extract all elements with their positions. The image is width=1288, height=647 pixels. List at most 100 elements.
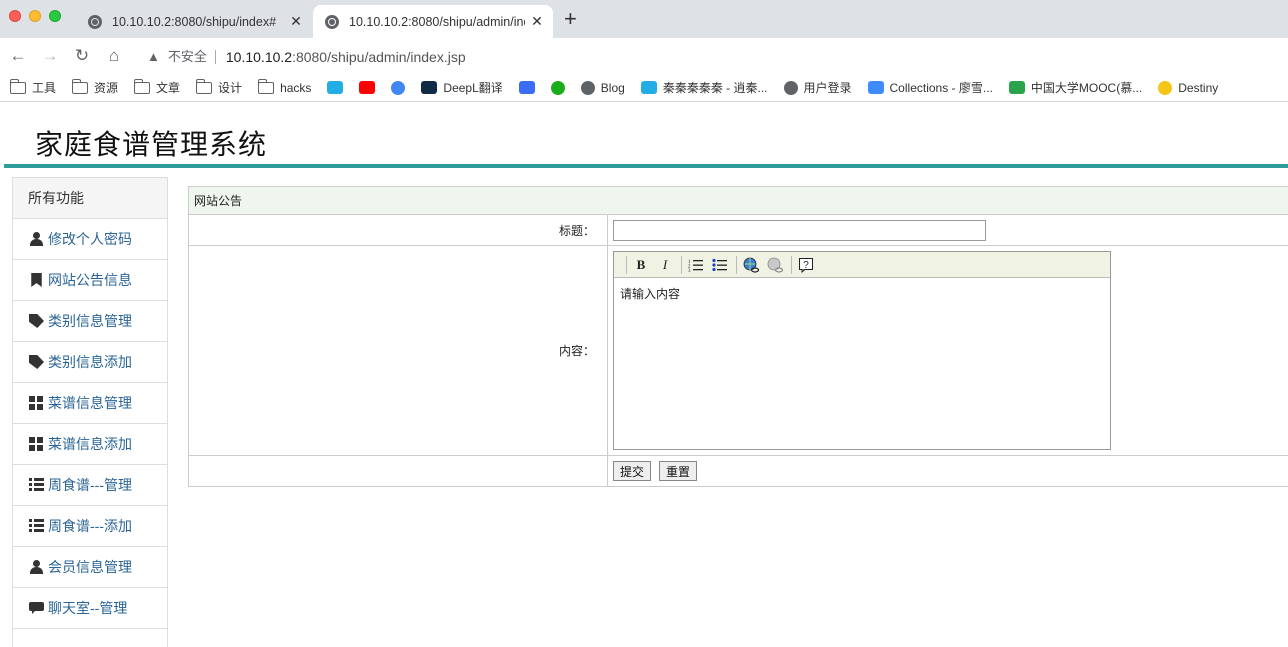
bookmark-label: 资源	[94, 81, 119, 95]
toolbar-separator	[626, 255, 627, 274]
bookmark-label: 秦秦秦秦秦 - 逍秦...	[662, 81, 768, 95]
header-divider	[4, 164, 1288, 168]
sidebar-item[interactable]: 周食谱---管理	[13, 465, 167, 506]
browser-tab-admin[interactable]: 10.10.10.2:8080/shipu/admin/index.jsp ✕	[313, 5, 553, 38]
address-bar[interactable]: ▲ 不安全 10.10.10.2 :8080/shipu/admin/index…	[137, 42, 1288, 71]
announcement-form: 网站公告 标题： 内容： B I 123 ? 请输入内容 提交 重置	[188, 186, 1288, 487]
sidebar-header: 所有功能	[13, 178, 167, 219]
minimize-window-button[interactable]	[29, 10, 41, 22]
bilibili-icon	[640, 81, 657, 94]
sidebar-item[interactable]: 类别信息管理	[13, 301, 167, 342]
deepl-icon	[421, 81, 438, 94]
sidebar-item[interactable]: 类别信息添加	[13, 342, 167, 383]
sidebar-item[interactable]: 网站公告信息	[13, 260, 167, 301]
folder-icon	[133, 78, 151, 94]
folder-icon	[71, 78, 89, 94]
toolbar-separator	[791, 255, 792, 274]
forward-arrow-icon[interactable]: →	[38, 44, 62, 68]
bookmark-item[interactable]: Collections - 廖雪...	[867, 79, 993, 96]
bookmark-label: Collections - 廖雪...	[889, 81, 993, 95]
content-row: 内容： B I 123 ? 请输入内容	[189, 246, 1288, 456]
browser-tab-bar: 10.10.10.2:8080/shipu/index# ✕ 10.10.10.…	[0, 0, 1288, 38]
title-label: 标题：	[189, 215, 608, 245]
bookmark-item[interactable]	[550, 80, 565, 95]
browser-tab-index[interactable]: 10.10.10.2:8080/shipu/index# ✕	[76, 5, 312, 38]
globe-icon	[88, 14, 102, 29]
reload-icon[interactable]: ↻	[70, 44, 94, 68]
sidebar-item-label: 会员信息管理	[48, 559, 132, 575]
bookmark-item[interactable]: Destiny	[1158, 80, 1218, 95]
reset-button[interactable]: 重置	[659, 461, 698, 481]
sidebar-item[interactable]: 修改个人密码	[13, 219, 167, 260]
bookmark-item[interactable]: 中国大学MOOC(慕...	[1008, 79, 1142, 96]
close-tab-icon[interactable]: ✕	[284, 13, 308, 30]
sidebar: 所有功能 修改个人密码 网站公告信息类别信息管理类别信息添加 菜谱信息管理菜谱信息添…	[12, 177, 168, 647]
bookmark-label: 用户登录	[803, 81, 852, 95]
sidebar-item-label: 网站公告信息	[48, 272, 132, 288]
sidebar-item[interactable]: 周食谱---添加	[13, 506, 167, 547]
globe-icon	[783, 80, 798, 95]
tags-icon	[29, 355, 44, 369]
tags-icon	[29, 314, 44, 328]
form-heading: 网站公告	[189, 187, 1288, 215]
bookmark-item[interactable]	[391, 80, 406, 95]
user-icon	[29, 560, 44, 574]
unordered-list-icon[interactable]	[709, 255, 731, 275]
bookmark-item[interactable]: Blog	[580, 80, 625, 95]
bookmark-item[interactable]	[327, 81, 344, 94]
home-icon[interactable]: ⌂	[102, 44, 126, 68]
sidebar-item-label: 修改个人密码	[48, 231, 132, 247]
bookmark-item[interactable]: 设计	[195, 78, 243, 96]
bookmark-item[interactable]: DeepL翻译	[421, 79, 503, 96]
rich-text-editor: B I 123 ? 请输入内容	[613, 251, 1111, 450]
toolbar-separator	[681, 255, 682, 274]
bookmark-item[interactable]	[518, 81, 535, 94]
sidebar-item-label: 周食谱---管理	[48, 477, 132, 493]
bookmark-item[interactable]	[359, 81, 376, 94]
title-input[interactable]	[613, 219, 986, 241]
bookmark-item[interactable]: 文章	[133, 78, 181, 96]
url-path: :8080/shipu/admin/index.jsp	[292, 48, 466, 65]
url-host: 10.10.10.2	[225, 48, 293, 65]
bookmark-item[interactable]: 用户登录	[783, 79, 852, 96]
italic-icon[interactable]: I	[654, 255, 676, 275]
bookmark-label: 文章	[156, 81, 181, 95]
rocket-icon	[867, 81, 884, 94]
ordered-list-icon[interactable]: 123	[685, 255, 707, 275]
browser-toolbar: ← → ↻ ⌂ ▲ 不安全 10.10.10.2 :8080/shipu/adm…	[0, 38, 1288, 74]
page-content: 家庭食谱管理系统 所有功能 修改个人密码 网站公告信息 类别信息管理 类别信息添加 菜谱…	[0, 103, 1288, 647]
sidebar-item-label: 类别信息添加	[48, 354, 132, 370]
actions-row: 提交 重置	[189, 456, 1288, 486]
bookmark-label: 设计	[218, 81, 243, 95]
submit-button[interactable]: 提交	[613, 461, 652, 481]
bookmark-item[interactable]: 工具	[9, 78, 56, 96]
bookmark-item[interactable]: 资源	[71, 78, 119, 96]
close-tab-icon[interactable]: ✕	[525, 13, 549, 30]
bookmark-item[interactable]: 秦秦秦秦秦 - 逍秦...	[640, 79, 768, 96]
back-arrow-icon[interactable]: ←	[6, 44, 30, 68]
actions-label-cell	[189, 456, 608, 486]
folder-icon	[9, 78, 26, 94]
editor-toolbar: B I 123 ?	[614, 252, 1110, 278]
warning-icon: ▲	[147, 49, 160, 64]
sidebar-item-label: 菜谱信息管理	[48, 395, 132, 411]
sidebar-item[interactable]: 聊天室--管理	[13, 588, 167, 629]
bookmark-item[interactable]: hacks	[257, 78, 311, 95]
sidebar-item[interactable]: 菜谱信息添加	[13, 424, 167, 465]
bold-icon[interactable]: B	[630, 255, 652, 275]
svg-text:?: ?	[803, 260, 809, 271]
close-window-button[interactable]	[9, 10, 21, 22]
bookmark-label: Blog	[600, 80, 625, 95]
sidebar-item[interactable]: 菜谱信息管理	[13, 383, 167, 424]
maximize-window-button[interactable]	[49, 10, 61, 22]
sidebar-item[interactable]: 会员信息管理	[13, 547, 167, 588]
sidebar-item-label: 聊天室--管理	[48, 600, 128, 616]
insert-link-icon[interactable]	[740, 255, 762, 275]
content-editor[interactable]: 请输入内容	[614, 278, 1110, 449]
new-tab-button[interactable]: +	[564, 8, 577, 30]
unlink-icon[interactable]	[764, 255, 786, 275]
help-icon[interactable]: ?	[795, 255, 817, 275]
folder-icon	[257, 78, 275, 94]
security-label[interactable]: 不安全	[168, 49, 216, 64]
svg-text:3: 3	[688, 269, 691, 272]
